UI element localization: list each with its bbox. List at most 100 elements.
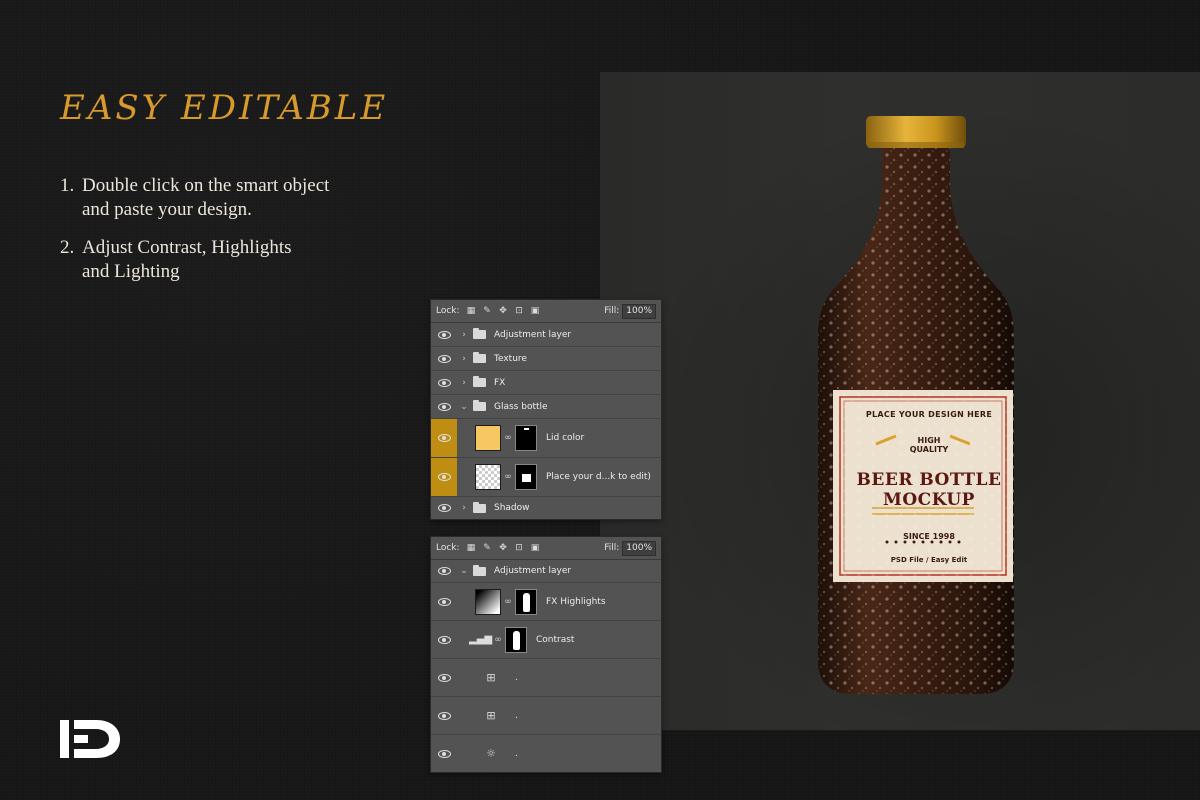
step-2-line2: and Lighting — [82, 261, 180, 282]
lock-icon[interactable]: ▣ — [531, 306, 540, 316]
folder-icon — [473, 400, 486, 411]
layer-name: Shadow — [494, 503, 530, 513]
visibility-toggle[interactable] — [431, 659, 457, 696]
brush-icon[interactable]: ✎ — [483, 543, 492, 553]
eye-icon — [437, 635, 451, 644]
bottle-label-text: PLACE YOUR DESIGN HERE HIGH QUALITY BEER… — [848, 392, 1010, 582]
chevron-down-icon[interactable]: ⌄ — [459, 566, 469, 576]
layer-mask-thumbnail[interactable] — [515, 425, 537, 451]
folder-icon — [473, 564, 486, 576]
lock-label: Lock: — [436, 306, 460, 316]
eye-icon — [437, 473, 451, 481]
visibility-toggle[interactable] — [431, 621, 457, 658]
layer-name: Place your d...k to edit) — [546, 472, 651, 482]
layer-thumbnail[interactable] — [475, 588, 501, 615]
visibility-toggle[interactable] — [431, 458, 457, 496]
layer-row[interactable]: ∞ FX Highlights — [431, 583, 661, 621]
chevron-right-icon[interactable]: › — [459, 354, 469, 364]
fill-label: Fill: — [604, 543, 620, 553]
chevron-down-icon[interactable]: ⌄ — [459, 402, 469, 412]
layer-row-selected[interactable]: ∞ Place your d...k to edit) — [431, 458, 661, 497]
layer-row[interactable]: › Texture — [431, 347, 661, 371]
brush-icon[interactable]: ✎ — [483, 306, 492, 316]
checker-icon[interactable]: ▦ — [467, 543, 476, 553]
step-2: 2. Adjust Contrast, Highlights and Lighti… — [60, 236, 329, 284]
visibility-toggle[interactable] — [431, 697, 457, 734]
layer-row[interactable]: ☼ . — [431, 735, 661, 772]
levels-icon: ▂▄▆ — [469, 634, 493, 645]
layer-row[interactable]: ⌄ Adjustment layer — [431, 560, 661, 583]
logo-icon — [60, 720, 120, 758]
steps-list: 1. Double click on the smart object and p… — [60, 174, 329, 298]
fill-input[interactable]: 100% — [622, 303, 656, 319]
layer-row-selected[interactable]: ∞ Lid color — [431, 419, 661, 458]
layer-row[interactable]: ⊞ . — [431, 697, 661, 735]
layer-row[interactable]: ⊞ . — [431, 659, 661, 697]
chevron-right-icon[interactable]: › — [459, 330, 469, 340]
visibility-toggle[interactable] — [431, 735, 457, 772]
step-2-number: 2. — [60, 237, 75, 258]
lock-label: Lock: — [436, 543, 460, 553]
layer-name: Adjustment layer — [494, 566, 572, 576]
layer-row[interactable]: › FX — [431, 371, 661, 395]
eye-icon — [437, 402, 451, 411]
curves-icon: ⊞ — [486, 670, 496, 684]
layer-name: Texture — [494, 353, 527, 364]
layer-name: FX — [494, 377, 506, 388]
link-icon[interactable]: ∞ — [504, 433, 512, 443]
fill-label: Fill: — [604, 306, 620, 316]
layer-row[interactable]: ▂▄▆ ∞ Contrast — [431, 621, 661, 659]
eye-icon — [437, 711, 451, 720]
eye-icon — [437, 749, 451, 758]
link-icon[interactable]: ∞ — [504, 472, 512, 482]
link-icon[interactable]: ∞ — [494, 635, 502, 645]
visibility-toggle[interactable] — [431, 583, 457, 620]
visibility-toggle[interactable] — [431, 371, 457, 394]
fill-input[interactable]: 100% — [622, 540, 656, 556]
crop-icon[interactable]: ⊡ — [515, 543, 524, 553]
layer-row[interactable]: › Adjustment layer — [431, 323, 661, 347]
visibility-toggle[interactable] — [431, 560, 457, 582]
fill-control: Fill: 100% — [604, 540, 656, 556]
layer-name: Adjustment layer — [494, 329, 572, 340]
layer-thumbnail[interactable] — [475, 425, 501, 451]
label-top-text: PLACE YOUR DESIGN HERE — [865, 410, 993, 419]
folder-icon — [473, 352, 486, 363]
visibility-toggle[interactable] — [431, 323, 457, 346]
layer-mask-thumbnail[interactable] — [515, 588, 537, 615]
link-icon[interactable]: ∞ — [504, 597, 512, 607]
layer-mask-thumbnail[interactable] — [505, 626, 527, 653]
label-title-line2: MOCKUP — [883, 490, 975, 510]
folder-icon — [473, 376, 486, 387]
step-2-line1: Adjust Contrast, Highlights — [82, 237, 292, 258]
label-footer: PSD File / Easy Edit — [890, 556, 968, 564]
visibility-toggle[interactable] — [431, 497, 457, 519]
step-1-line2: and paste your design. — [82, 199, 252, 220]
eye-icon — [437, 378, 451, 387]
lock-toolbar: Lock: ▦ ✎ ✥ ⊡ ▣ Fill: 100% — [431, 537, 661, 560]
layer-row[interactable]: ⌄ Glass bottle — [431, 395, 661, 419]
label-high: HIGH — [917, 436, 941, 445]
checker-icon[interactable]: ▦ — [467, 306, 476, 316]
layer-mask-thumbnail[interactable] — [515, 464, 537, 490]
visibility-toggle[interactable] — [431, 347, 457, 370]
chevron-right-icon[interactable]: › — [459, 378, 469, 388]
lock-icon[interactable]: ▣ — [531, 543, 540, 553]
smart-object-thumbnail[interactable] — [475, 464, 501, 490]
layer-name: Glass bottle — [494, 401, 548, 412]
step-1-number: 1. — [60, 175, 75, 196]
crop-icon[interactable]: ⊡ — [515, 306, 524, 316]
eye-icon — [437, 567, 451, 575]
layer-name: FX Highlights — [546, 596, 606, 607]
label-quality-word: QUALITY — [909, 445, 949, 454]
chevron-right-icon[interactable]: › — [459, 503, 469, 513]
folder-icon — [473, 328, 486, 339]
move-icon[interactable]: ✥ — [499, 543, 508, 553]
eye-icon — [437, 434, 451, 442]
headline: EASY EDITABLE — [60, 88, 389, 128]
layer-name: Lid color — [546, 433, 585, 443]
visibility-toggle[interactable] — [431, 419, 457, 457]
visibility-toggle[interactable] — [431, 395, 457, 418]
layer-row[interactable]: › Shadow — [431, 497, 661, 519]
move-icon[interactable]: ✥ — [499, 306, 508, 316]
